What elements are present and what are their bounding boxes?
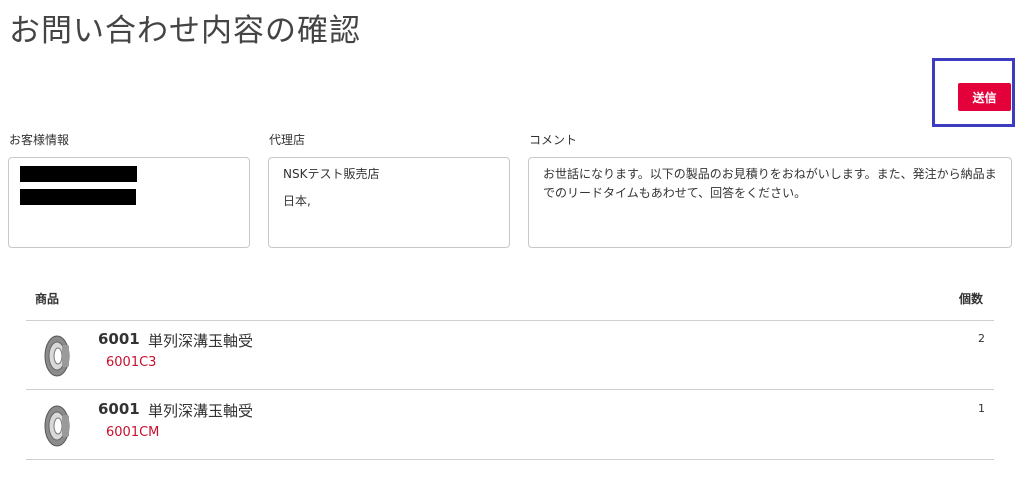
product-variant: 6001C3 [106,355,157,370]
comment-label: コメント [529,133,578,147]
product-variant: 6001CM [106,425,160,440]
bearing-icon [44,335,70,377]
redacted-customer-name [20,166,137,182]
quantity-column-header: 個数 [959,292,984,306]
redacted-customer-address [20,189,136,205]
customer-info-box [8,157,250,248]
product-code: 6001 [98,330,140,348]
agent-country: 日本, [283,194,311,208]
submit-button[interactable]: 送信 [958,83,1011,111]
table-divider [26,459,994,460]
table-row: 6001 単列深溝玉軸受 6001C3 2 [26,321,994,390]
comment-text: お世話になります。以下の製品のお見積りをおねがいします。また、発注から納品までの… [543,167,997,200]
product-column-header: 商品 [35,292,60,306]
product-name: 単列深溝玉軸受 [148,402,254,420]
product-name: 単列深溝玉軸受 [148,332,254,350]
comment-box: お世話になります。以下の製品のお見積りをおねがいします。また、発注から納品までの… [528,157,1012,248]
product-quantity: 1 [978,402,985,415]
table-row: 6001 単列深溝玉軸受 6001CM 1 [26,391,994,460]
product-code: 6001 [98,400,140,418]
agent-label: 代理店 [269,133,306,147]
customer-info-label: お客様情報 [9,133,70,147]
table-divider [26,389,994,390]
bearing-icon [44,405,70,447]
agent-name: NSKテスト販売店 [283,167,380,181]
product-quantity: 2 [978,332,985,345]
page-title: お問い合わせ内容の確認 [9,13,361,49]
agent-info-box: NSKテスト販売店 日本, [268,157,510,248]
